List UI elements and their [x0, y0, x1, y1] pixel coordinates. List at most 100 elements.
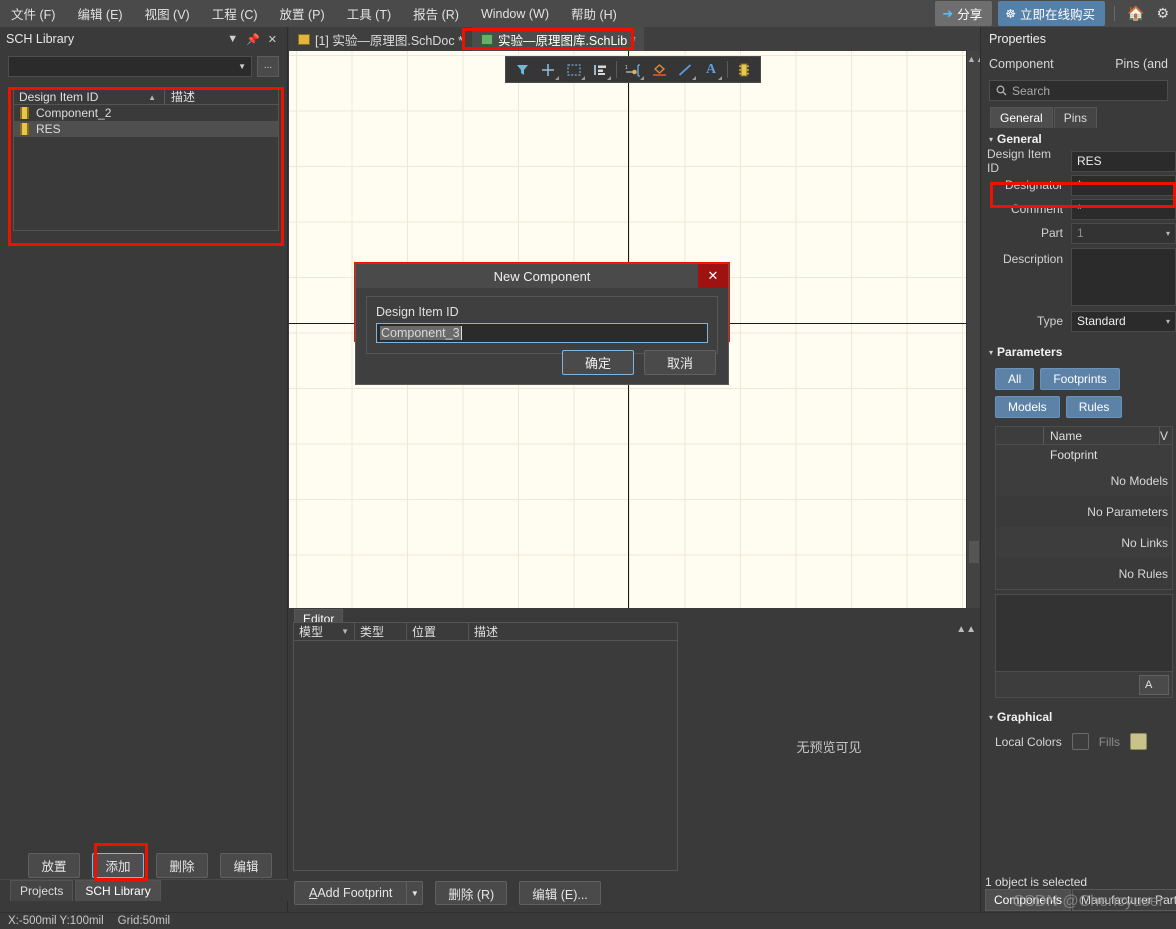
column-design-item-id[interactable]: Design Item ID ▲: [14, 90, 164, 104]
gear-icon[interactable]: ⚙: [1153, 5, 1172, 22]
parameter-table: Name V Footprint No Models No Parameters…: [995, 426, 1173, 590]
place-button[interactable]: 放置: [28, 853, 80, 878]
filter-all-button[interactable]: All: [995, 368, 1035, 390]
menu-help[interactable]: 帮助 (H): [560, 1, 628, 26]
panel-header: SCH Library ▼ 📌 ✕: [0, 27, 287, 51]
edit-button[interactable]: 编辑: [220, 853, 272, 878]
model-panel: 模型 ▼ 类型 位置 描述 无预览可见 ▲▲: [289, 622, 980, 875]
menu-reports[interactable]: 报告 (R): [402, 1, 470, 26]
description-textarea[interactable]: [1071, 248, 1176, 306]
filter-rules-button[interactable]: Rules: [1065, 396, 1123, 418]
local-colors-checkbox[interactable]: [1071, 733, 1089, 750]
tab-schdoc[interactable]: [1] 实验—原理图.SchDoc *: [289, 27, 472, 51]
tab-general[interactable]: General: [990, 107, 1053, 128]
library-combo[interactable]: ▼: [8, 55, 252, 77]
place-line-icon[interactable]: [673, 59, 697, 81]
column-description[interactable]: 描述: [164, 88, 278, 105]
menu-tools[interactable]: 工具 (T): [336, 1, 402, 26]
home-icon[interactable]: 🏠: [1124, 5, 1147, 22]
properties-search-input[interactable]: Search: [989, 80, 1168, 101]
fills-label: Fills: [1098, 734, 1121, 749]
table-row[interactable]: Footprint: [996, 445, 1172, 465]
toolbar-divider: [727, 61, 728, 78]
pins-count-label: Pins (and: [1115, 57, 1168, 71]
tab-sch-library[interactable]: SCH Library: [75, 880, 161, 901]
filter-icon[interactable]: [510, 59, 534, 81]
general-section-header[interactable]: ▾ General: [981, 128, 1176, 149]
menu-place[interactable]: 放置 (P): [269, 1, 336, 26]
list-item[interactable]: Component_2: [14, 105, 278, 121]
tab-pins[interactable]: Pins: [1053, 107, 1098, 128]
crosshair-icon[interactable]: [536, 59, 560, 81]
delete-button[interactable]: 删除: [156, 853, 208, 878]
part-combo[interactable]: 1: [1071, 222, 1176, 244]
add-parameter-button[interactable]: A: [1139, 674, 1169, 695]
chevron-down-icon[interactable]: ▼: [406, 882, 422, 904]
chevron-down-icon[interactable]: ▼: [223, 33, 242, 45]
share-button-label: 分享: [957, 8, 983, 22]
component-action-buttons: 放置 添加 删除 编辑: [10, 853, 280, 878]
field-description: Description: [981, 245, 1176, 309]
library-document-icon: [480, 33, 493, 45]
field-design-item-id: Design Item ID RES: [981, 147, 1176, 175]
scroll-up-icon[interactable]: ▲▲: [967, 51, 985, 64]
buy-online-button[interactable]: ☸ 立即在线购买: [998, 1, 1105, 26]
edit-model-button[interactable]: 编辑 (E)...: [519, 881, 601, 905]
ic-component-icon[interactable]: [732, 59, 756, 81]
tab-projects[interactable]: Projects: [10, 880, 74, 901]
column-description[interactable]: 描述: [468, 622, 677, 641]
menu-edit[interactable]: 编辑 (E): [66, 1, 133, 26]
parameters-section-header[interactable]: ▾ Parameters: [981, 341, 1176, 362]
sch-library-panel: SCH Library ▼ 📌 ✕ ▼ ... Design Item ID ▲…: [0, 27, 288, 912]
column-value[interactable]: V: [1160, 429, 1172, 443]
column-name[interactable]: Name: [1044, 426, 1160, 445]
place-text-icon[interactable]: A: [699, 59, 723, 81]
model-table-header: 模型 ▼ 类型 位置 描述: [294, 622, 677, 641]
menu-file[interactable]: 文件 (F): [0, 1, 66, 26]
column-model[interactable]: 模型 ▼: [294, 623, 354, 641]
share-button[interactable]: ➜ 分享: [935, 1, 993, 26]
comment-input[interactable]: *: [1071, 198, 1176, 220]
place-pin-icon[interactable]: 1: [621, 59, 645, 81]
designator-input[interactable]: *: [1071, 174, 1176, 196]
cancel-button[interactable]: 取消: [644, 349, 716, 375]
scrollbar-thumb[interactable]: [969, 541, 979, 563]
menu-view[interactable]: 视图 (V): [134, 1, 201, 26]
close-icon[interactable]: ✕: [698, 264, 728, 288]
dialog-title-label: New Component: [493, 268, 591, 284]
design-item-id-value: Component_3: [380, 326, 461, 340]
add-footprint-button[interactable]: A Add Footprint ▼: [294, 881, 424, 905]
field-label: Design Item ID: [987, 147, 1052, 175]
filter-models-button[interactable]: Models: [995, 396, 1060, 418]
schematic-document-icon: [298, 33, 310, 45]
list-item[interactable]: RES: [14, 121, 278, 137]
graphical-section-header[interactable]: ▾ Graphical: [981, 706, 1176, 727]
fills-color-swatch[interactable]: [1130, 733, 1148, 750]
ok-button[interactable]: 确定: [562, 349, 634, 375]
properties-title: Properties: [989, 32, 1046, 46]
place-component-icon[interactable]: [647, 59, 671, 81]
column-type[interactable]: 类型: [354, 622, 406, 641]
menu-project[interactable]: 工程 (C): [201, 1, 269, 26]
tab-schlib[interactable]: 实验—原理图库.SchLib *: [471, 27, 645, 51]
close-icon[interactable]: ✕: [264, 33, 281, 46]
dialog-footer: 确定 取消: [354, 340, 728, 384]
library-options-button[interactable]: ...: [257, 55, 279, 77]
type-combo[interactable]: Standard: [1071, 310, 1176, 332]
selection-rectangle-icon[interactable]: [562, 59, 586, 81]
properties-tabs: General Pins: [981, 107, 1176, 128]
delete-model-button[interactable]: 删除 (R): [435, 881, 508, 905]
menu-window[interactable]: Window (W): [470, 4, 560, 24]
design-item-id-input[interactable]: RES: [1071, 150, 1176, 172]
filter-footprints-button[interactable]: Footprints: [1040, 368, 1120, 390]
column-location[interactable]: 位置: [406, 622, 468, 641]
no-links-row: No Links: [996, 527, 1172, 558]
triangle-collapse-icon: ▾: [989, 347, 994, 357]
align-icon[interactable]: [588, 59, 612, 81]
canvas-vertical-scrollbar[interactable]: ▲▲: [966, 51, 985, 608]
collapse-icon[interactable]: ▲▲: [956, 624, 976, 635]
pin-icon[interactable]: 📌: [242, 33, 264, 46]
general-section-label: General: [997, 132, 1042, 146]
add-button[interactable]: 添加: [92, 853, 144, 878]
graphical-section-label: Graphical: [997, 710, 1053, 724]
